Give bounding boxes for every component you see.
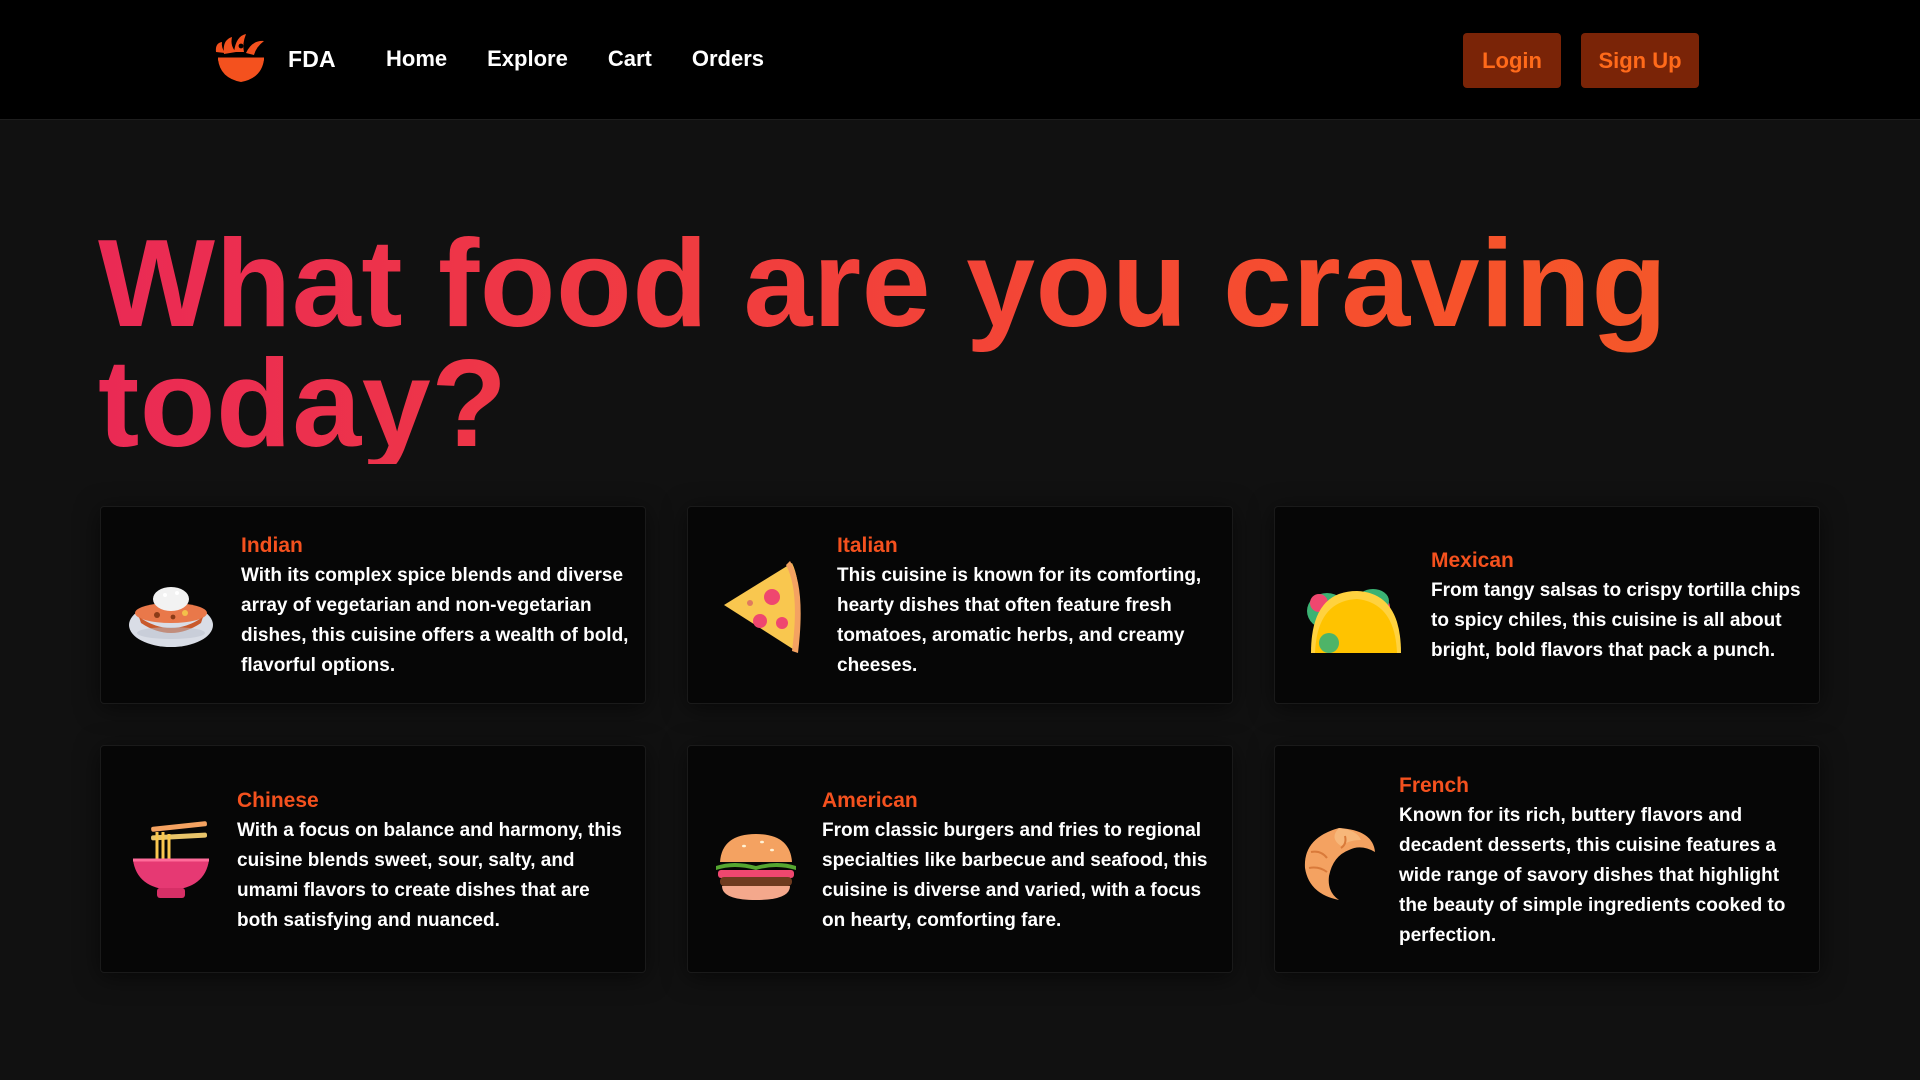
card-text: French Known for its rich, buttery flavo… — [1399, 771, 1804, 951]
cuisine-title: Mexican — [1431, 549, 1514, 572]
brand-home-link[interactable]: FDA — [212, 32, 336, 86]
burger-icon — [716, 834, 796, 900]
cuisine-card-american[interactable]: American From classic burgers and fries … — [687, 745, 1233, 973]
noodle-bowl-icon — [133, 821, 209, 898]
cuisine-title: Italian — [837, 534, 898, 557]
cuisine-card-indian[interactable]: Indian With its complex spice blends and… — [100, 506, 646, 704]
cuisine-title: American — [822, 789, 918, 812]
top-navbar: FDA Home Explore Cart Orders Login Sign … — [0, 0, 1920, 120]
pizza-slice-icon — [724, 561, 801, 653]
cuisine-card-mexican[interactable]: Mexican From tangy salsas to crispy tort… — [1274, 506, 1820, 704]
curry-bowl-icon — [129, 587, 213, 647]
primary-nav: Home Explore Cart Orders — [386, 46, 764, 72]
nav-link-orders[interactable]: Orders — [692, 46, 764, 72]
cuisine-title: French — [1399, 774, 1470, 797]
croissant-icon — [1304, 828, 1375, 900]
cuisine-title: Chinese — [237, 789, 319, 812]
brand-name: FDA — [288, 45, 336, 72]
cuisine-description: From classic burgers and fries to region… — [822, 820, 1208, 931]
card-text: Italian This cuisine is known for its co… — [837, 531, 1217, 681]
card-text: Mexican From tangy salsas to crispy tort… — [1431, 546, 1806, 666]
cuisine-card-french[interactable]: French Known for its rich, buttery flavo… — [1274, 745, 1820, 973]
nav-link-explore[interactable]: Explore — [487, 46, 568, 72]
nav-link-cart[interactable]: Cart — [608, 46, 652, 72]
signup-button[interactable]: Sign Up — [1581, 33, 1699, 88]
cuisine-description: This cuisine is known for its comforting… — [837, 565, 1202, 676]
cuisine-title: Indian — [241, 534, 303, 557]
cuisine-description: With a focus on balance and harmony, thi… — [237, 820, 622, 931]
nav-link-home[interactable]: Home — [386, 46, 447, 72]
login-button[interactable]: Login — [1463, 33, 1561, 88]
food-bowl-logo-icon — [215, 34, 264, 82]
cuisine-description: With its complex spice blends and divers… — [241, 565, 629, 676]
cuisine-description: Known for its rich, buttery flavors and … — [1399, 805, 1786, 946]
hero-heading: What food are you craving today? — [98, 222, 1798, 466]
cuisine-description: From tangy salsas to crispy tortilla chi… — [1431, 580, 1801, 661]
card-text: American From classic burgers and fries … — [822, 786, 1222, 936]
card-text: Indian With its complex spice blends and… — [241, 531, 631, 681]
cuisine-card-chinese[interactable]: Chinese With a focus on balance and harm… — [100, 745, 646, 973]
taco-icon — [1307, 589, 1401, 653]
card-text: Chinese With a focus on balance and harm… — [237, 786, 632, 936]
auth-buttons: Login Sign Up — [1463, 33, 1699, 88]
cuisine-card-italian[interactable]: Italian This cuisine is known for its co… — [687, 506, 1233, 704]
